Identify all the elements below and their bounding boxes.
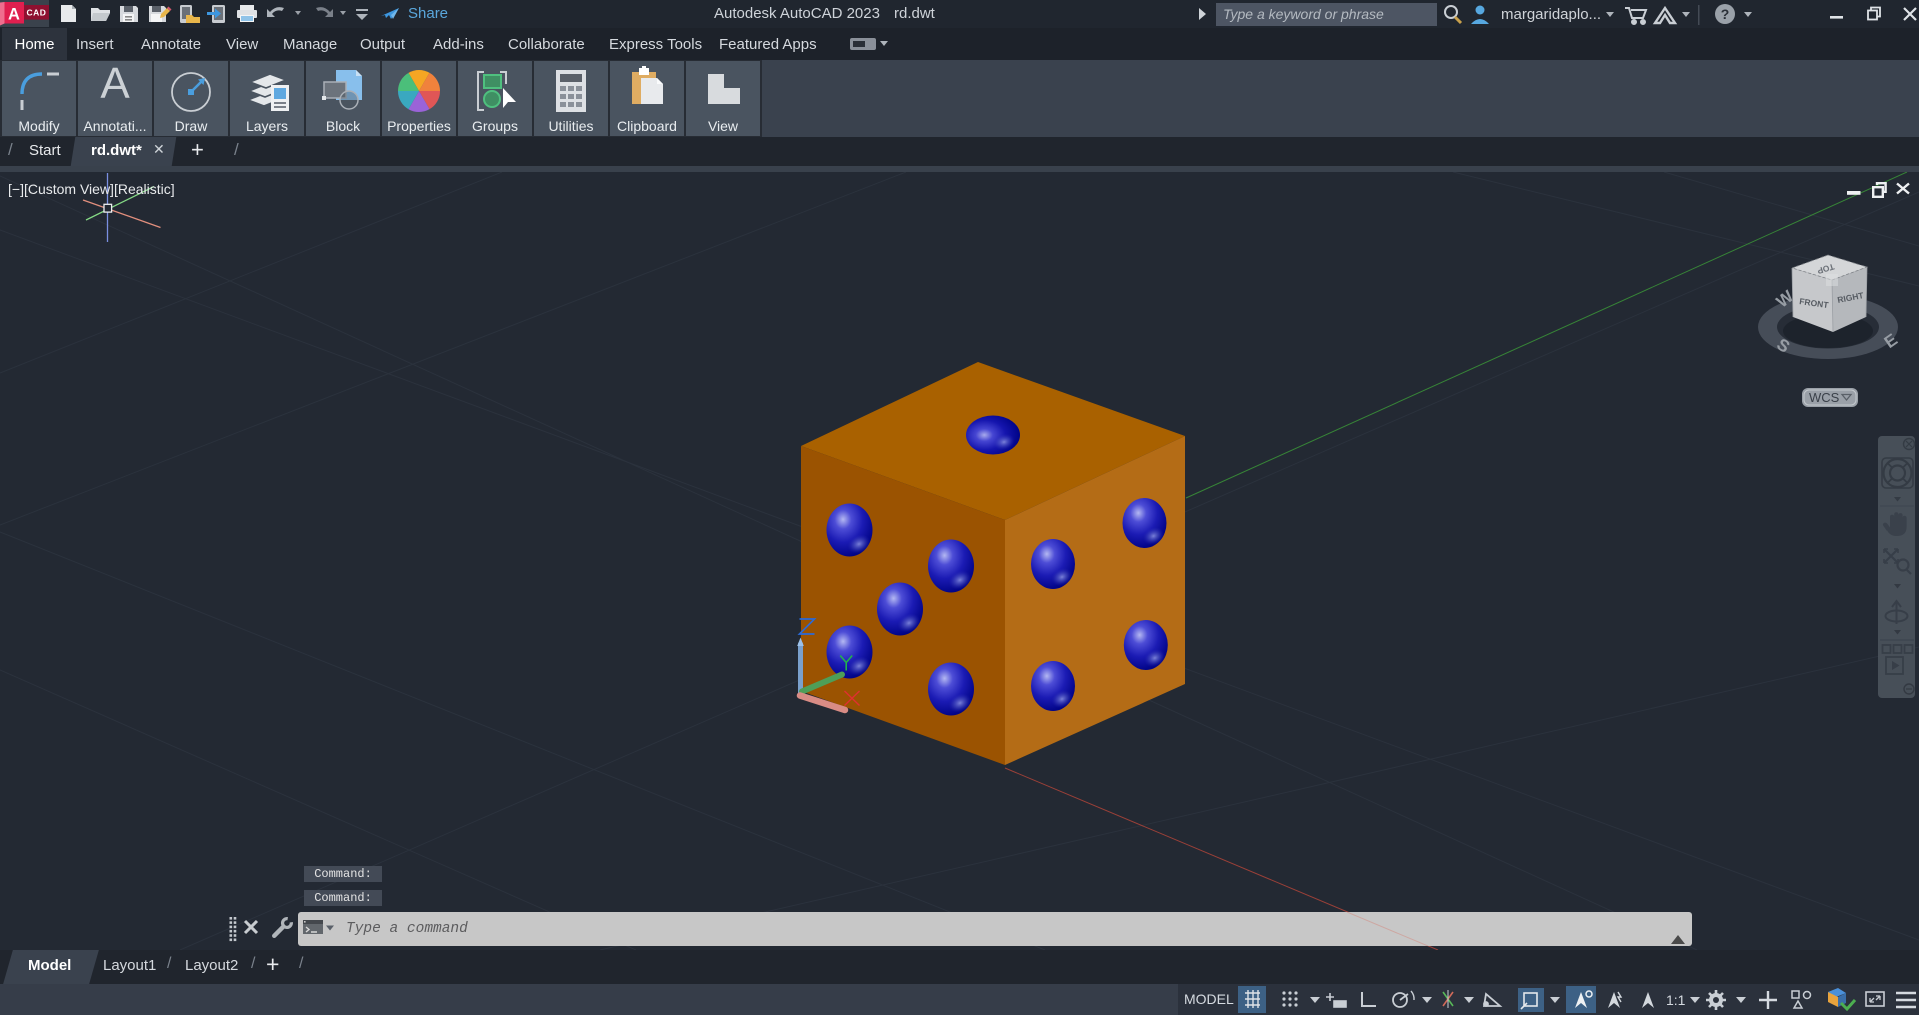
svg-text:A: A — [8, 6, 20, 24]
svg-text:1:1: 1:1 — [1666, 992, 1686, 1008]
svg-text:CAD: CAD — [27, 8, 47, 18]
svg-text:WCS: WCS — [1809, 390, 1840, 405]
svg-text:E: E — [1881, 330, 1901, 352]
svg-text:?: ? — [1721, 6, 1730, 22]
